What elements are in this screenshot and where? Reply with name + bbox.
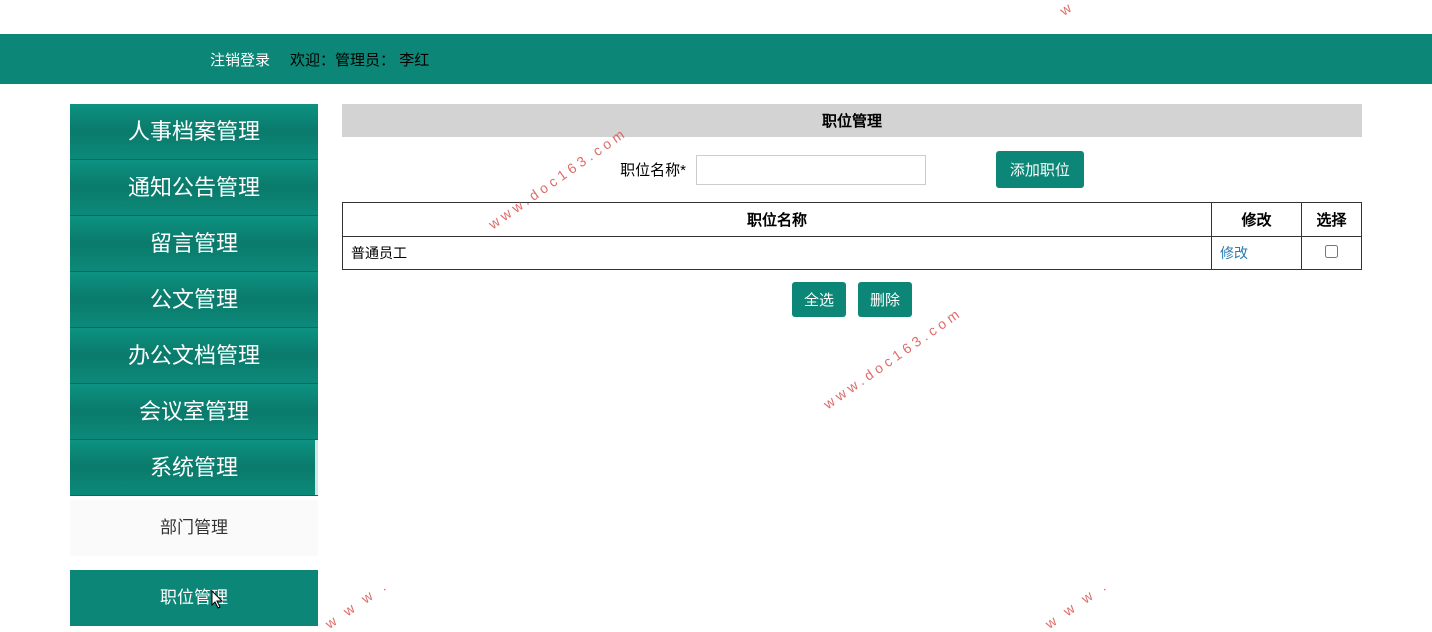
sidebar-item-message[interactable]: 留言管理 xyxy=(70,216,318,272)
delete-button[interactable]: 删除 xyxy=(858,282,912,317)
sidebar-item-notice[interactable]: 通知公告管理 xyxy=(70,160,318,216)
sidebar-item-personnel[interactable]: 人事档案管理 xyxy=(70,104,318,160)
table-row: 普通员工 修改 xyxy=(343,237,1362,270)
sidebar-item-meeting[interactable]: 会议室管理 xyxy=(70,384,318,440)
sidebar-sub-position[interactable]: 职位管理 xyxy=(70,570,318,626)
action-row: 全选 删除 xyxy=(342,270,1362,329)
cell-edit: 修改 xyxy=(1212,237,1302,270)
add-form: 职位名称* 添加职位 xyxy=(342,137,1362,202)
sidebar: 人事档案管理 通知公告管理 留言管理 公文管理 办公文档管理 会议室管理 系统管… xyxy=(70,104,318,626)
cell-name: 普通员工 xyxy=(343,237,1212,270)
row-checkbox[interactable] xyxy=(1325,245,1338,258)
edit-link[interactable]: 修改 xyxy=(1220,245,1248,261)
position-name-label: 职位名称* xyxy=(620,159,686,180)
main-content: 职位管理 职位名称* 添加职位 职位名称 修改 选择 普通员工 修改 xyxy=(342,104,1362,626)
select-all-button[interactable]: 全选 xyxy=(792,282,846,317)
th-edit: 修改 xyxy=(1212,203,1302,237)
sidebar-item-document[interactable]: 公文管理 xyxy=(70,272,318,328)
sidebar-item-system[interactable]: 系统管理 xyxy=(70,440,318,496)
top-bar: 注销登录 欢迎：管理员： 李红 xyxy=(0,34,1432,84)
add-position-button[interactable]: 添加职位 xyxy=(996,151,1084,188)
position-name-input[interactable] xyxy=(696,155,926,185)
cell-select xyxy=(1302,237,1362,270)
th-name: 职位名称 xyxy=(343,203,1212,237)
sidebar-sub-department[interactable]: 部门管理 xyxy=(70,500,318,556)
panel-title: 职位管理 xyxy=(342,104,1362,137)
position-table: 职位名称 修改 选择 普通员工 修改 xyxy=(342,202,1362,270)
logout-link[interactable]: 注销登录 xyxy=(210,49,270,70)
watermark: w xyxy=(1057,0,1078,19)
welcome-text: 欢迎：管理员： 李红 xyxy=(290,49,429,70)
sidebar-item-office-doc[interactable]: 办公文档管理 xyxy=(70,328,318,384)
th-select: 选择 xyxy=(1302,203,1362,237)
